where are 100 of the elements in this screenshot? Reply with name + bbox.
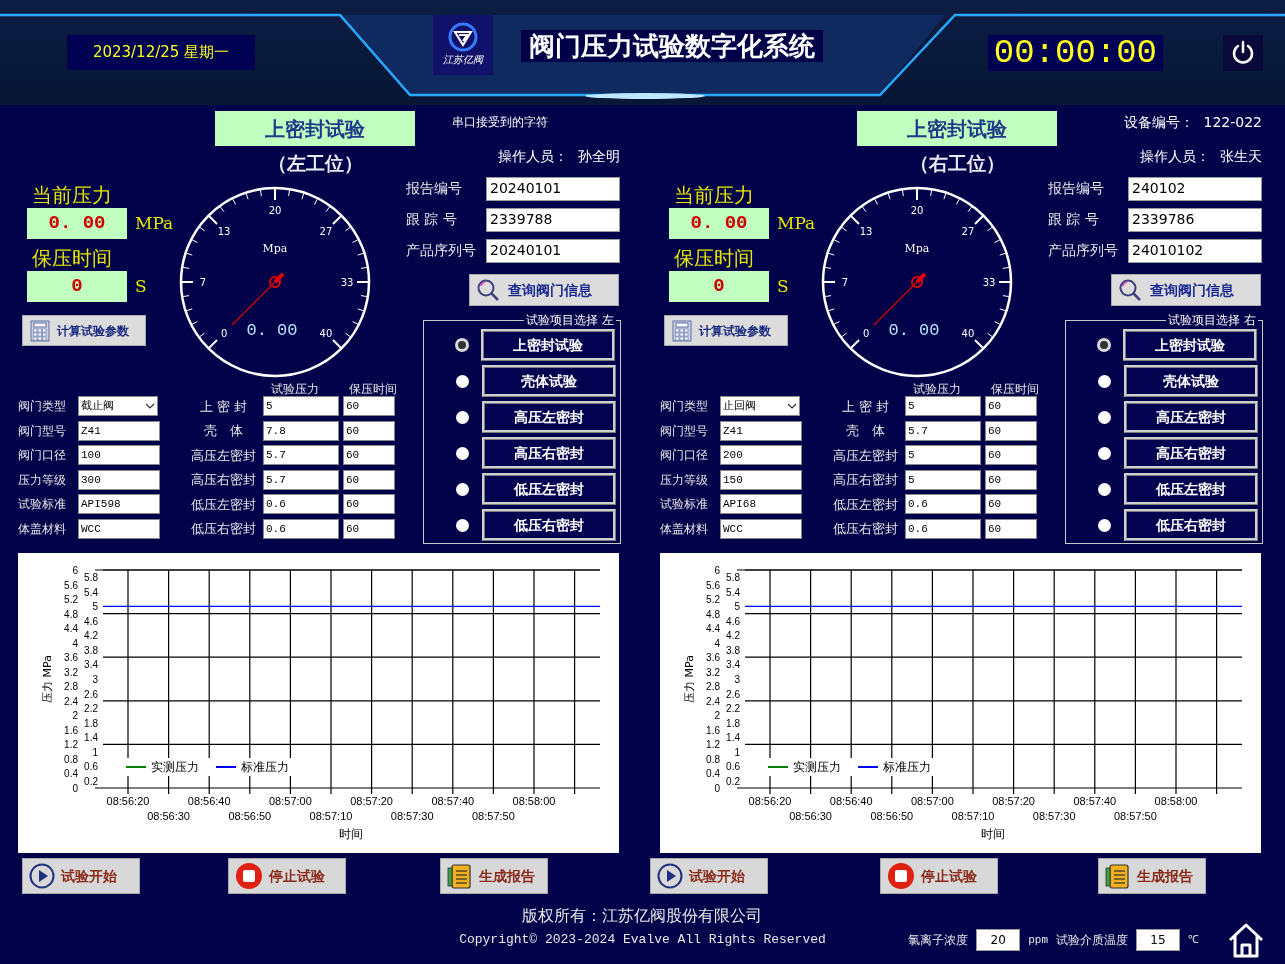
radio-button[interactable] <box>458 341 466 349</box>
input-field[interactable]: 20240101 <box>486 176 620 201</box>
input-field[interactable]: 2339786 <box>1128 207 1262 232</box>
radio-button[interactable] <box>456 518 469 532</box>
input-field[interactable]: 60 <box>985 469 1037 490</box>
input-field[interactable]: 20240101 <box>486 238 620 263</box>
test-item-button[interactable]: 上密封试验 <box>1123 329 1257 361</box>
secondary-axis-label: 1 <box>734 746 740 758</box>
input-field[interactable]: 60 <box>985 445 1037 466</box>
input-field[interactable]: 60 <box>985 396 1037 417</box>
input-field[interactable]: 150 <box>720 469 802 490</box>
power-button[interactable] <box>1223 34 1263 71</box>
input-field[interactable]: 5 <box>905 469 981 490</box>
input-field[interactable]: WCC <box>78 518 160 539</box>
radio-button[interactable] <box>456 446 469 460</box>
secondary-axis-label: 1.4 <box>726 732 740 744</box>
radio-button[interactable] <box>1098 482 1111 496</box>
secondary-axis-label: 0.6 <box>726 761 740 773</box>
test-item-button[interactable]: 高压右密封 <box>482 437 616 469</box>
input-field[interactable]: 20 <box>976 929 1021 951</box>
input-field[interactable]: 60 <box>343 494 395 515</box>
action-button[interactable]: 生成报告 <box>440 858 548 894</box>
secondary-axis-label: 4.6 <box>84 615 98 627</box>
y-tick-label: 2 <box>714 710 720 722</box>
unit-label: MPa <box>135 211 174 235</box>
test-item-button[interactable]: 低压左密封 <box>1124 473 1258 505</box>
input-field[interactable]: Z41 <box>78 420 160 441</box>
radio-button[interactable] <box>1100 341 1108 349</box>
column-header: 试验压力 <box>271 381 320 394</box>
test-item-button[interactable]: 低压左密封 <box>482 473 616 505</box>
query-button[interactable]: 查询阀门信息 <box>1111 274 1261 306</box>
radio-button[interactable] <box>1098 446 1111 460</box>
radio-button[interactable] <box>456 410 469 424</box>
action-button[interactable]: 生成报告 <box>1098 858 1206 894</box>
test-item-button[interactable]: 低压右密封 <box>482 509 616 541</box>
action-button[interactable]: 试验开始 <box>650 858 768 894</box>
radio-button[interactable] <box>456 482 469 496</box>
input-field[interactable]: 5 <box>263 396 339 417</box>
test-item-button[interactable]: 上密封试验 <box>481 329 615 361</box>
input-field[interactable]: 7.8 <box>263 420 339 441</box>
input-field[interactable]: WCC <box>720 518 802 539</box>
test-item-button[interactable]: 壳体试验 <box>482 365 616 397</box>
input-field[interactable]: 5.7 <box>263 469 339 490</box>
input-field[interactable]: API68 <box>720 494 802 515</box>
legend-item: 标准压力 <box>215 760 289 774</box>
input-field[interactable]: 5.7 <box>263 445 339 466</box>
test-title-banner: 上密封试验 <box>215 111 415 146</box>
scale-label: 0 <box>862 327 870 339</box>
field-label: 阀门口径 <box>18 447 67 465</box>
query-button[interactable]: 查询阀门信息 <box>469 274 619 306</box>
input-field[interactable]: 240102 <box>1128 176 1262 201</box>
input-field[interactable]: 60 <box>343 518 395 539</box>
test-title-banner: 上密封试验 <box>857 111 1057 146</box>
input-field[interactable]: 2339788 <box>486 207 620 232</box>
y-tick-label: 4.8 <box>706 608 720 620</box>
test-item-button[interactable]: 壳体试验 <box>1124 365 1258 397</box>
input-field[interactable]: 15 <box>1136 929 1180 951</box>
input-field[interactable]: 100 <box>78 445 160 466</box>
dropdown-field[interactable]: 截止阀 <box>78 396 158 417</box>
radio-button[interactable] <box>1098 374 1111 388</box>
input-field[interactable]: 0.6 <box>263 494 339 515</box>
secondary-axis-label: 5.4 <box>726 586 740 598</box>
action-button[interactable]: 停止试验 <box>880 858 998 894</box>
input-field[interactable]: Z41 <box>720 420 802 441</box>
input-field[interactable]: 0.6 <box>905 518 981 539</box>
input-field[interactable]: 200 <box>720 445 802 466</box>
calculate-button[interactable]: 计算试验参数 <box>22 315 146 346</box>
radio-button[interactable] <box>1098 410 1111 424</box>
input-field[interactable]: API598 <box>78 494 160 515</box>
input-field[interactable]: 5 <box>905 396 981 417</box>
input-field[interactable]: 300 <box>78 469 160 490</box>
field-label: 阀门类型 <box>660 398 709 416</box>
test-item-button[interactable]: 高压左密封 <box>1124 401 1258 433</box>
action-button[interactable]: 试验开始 <box>22 858 140 894</box>
dropdown-field[interactable]: 止回阀 <box>720 396 800 417</box>
group-label: 试验项目选择 右 <box>1166 312 1258 328</box>
input-field[interactable]: 60 <box>985 518 1037 539</box>
test-item-button[interactable]: 低压右密封 <box>1124 509 1258 541</box>
test-item-button[interactable]: 高压右密封 <box>1124 437 1258 469</box>
input-field[interactable]: 5 <box>905 445 981 466</box>
input-field[interactable]: 60 <box>343 469 395 490</box>
action-button[interactable]: 停止试验 <box>228 858 346 894</box>
radio-button[interactable] <box>1098 518 1111 532</box>
calculator-icon <box>29 319 51 342</box>
input-field[interactable]: 24010102 <box>1128 238 1262 263</box>
y-tick-label: 4.4 <box>64 623 78 635</box>
input-field[interactable]: 60 <box>985 494 1037 515</box>
home-icon[interactable] <box>1227 921 1265 959</box>
input-field[interactable]: 60 <box>343 445 395 466</box>
scale-label: 13 <box>859 226 873 238</box>
calculate-button[interactable]: 计算试验参数 <box>664 315 788 346</box>
input-field[interactable]: 0.6 <box>263 518 339 539</box>
radio-button[interactable] <box>456 374 469 388</box>
input-field[interactable]: 5.7 <box>905 420 981 441</box>
input-field[interactable]: 60 <box>985 420 1037 441</box>
input-field[interactable]: 60 <box>343 396 395 417</box>
search-icon <box>476 278 500 302</box>
input-field[interactable]: 60 <box>343 420 395 441</box>
test-item-button[interactable]: 高压左密封 <box>482 401 616 433</box>
input-field[interactable]: 0.6 <box>905 494 981 515</box>
